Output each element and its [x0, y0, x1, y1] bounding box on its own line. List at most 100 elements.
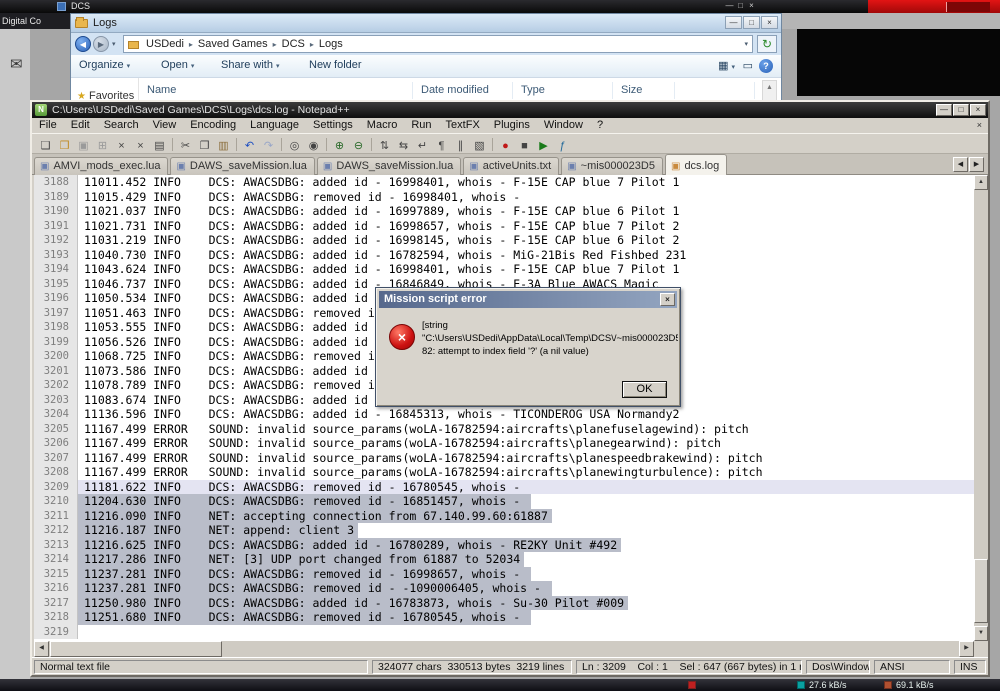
cut-icon[interactable]: ✂ [177, 139, 194, 155]
vertical-scrollbar[interactable]: ▲ ▼ [974, 175, 988, 641]
column-header-type[interactable]: Type [513, 82, 613, 99]
log-line[interactable]: 3208 11167.499 ERROR SOUND: invalid sourc… [34, 465, 974, 480]
tab-mis000023d5[interactable]: ▣ ~mis000023D5 [561, 157, 663, 175]
close-icon[interactable]: × [977, 120, 982, 130]
close-icon[interactable]: × [746, 1, 757, 10]
breadcrumb-saved-games[interactable]: Saved Games [196, 36, 270, 52]
log-line[interactable]: 3190 11021.037 INFO DCS: AWACSDBG: added … [34, 204, 974, 219]
tray-icon[interactable] [688, 681, 696, 689]
forward-button[interactable]: ▶ [93, 36, 109, 52]
refresh-icon[interactable]: ↻ [757, 35, 777, 53]
undo-icon[interactable]: ↶ [241, 139, 258, 155]
play-macro-icon[interactable]: ▶ [535, 139, 552, 155]
log-line-selected[interactable]: 3214 11217.286 INFO NET: [3] UDP port cha… [34, 552, 974, 567]
open-file-icon[interactable]: ❒ [56, 139, 73, 155]
menu-run[interactable]: Run [404, 118, 438, 132]
copy-icon[interactable]: ❐ [196, 139, 213, 155]
column-header-size[interactable]: Size [613, 82, 675, 99]
save-file-icon[interactable]: ▣ [75, 139, 92, 155]
explorer-titlebar[interactable]: Logs — □ × [71, 14, 781, 33]
ok-button[interactable]: OK [622, 381, 667, 398]
log-line[interactable]: 3188 11011.452 INFO DCS: AWACSDBG: added … [34, 175, 974, 190]
history-dropdown-icon[interactable]: ▾ [112, 40, 116, 48]
paste-icon[interactable]: ▥ [215, 139, 232, 155]
scroll-down-icon[interactable]: ▼ [974, 626, 988, 641]
show-all-chars-icon[interactable]: ¶ [433, 139, 450, 155]
close-icon[interactable]: × [761, 16, 778, 29]
menu-edit[interactable]: Edit [64, 118, 97, 132]
stop-macro-icon[interactable]: ■ [516, 139, 533, 155]
log-line[interactable]: 3204 11136.596 INFO DCS: AWACSDBG: added … [34, 407, 974, 422]
envelope-icon[interactable]: ✉ [10, 55, 23, 73]
log-line-selected[interactable]: 3212 11216.187 INFO NET: append: client 3 [34, 523, 974, 538]
log-line-selected[interactable]: 3216 11237.281 INFO DCS: AWACSDBG: remove… [34, 581, 974, 596]
dialog-titlebar[interactable]: Mission script error × [379, 291, 677, 308]
tab-dcs-log[interactable]: ▣ dcs.log [664, 154, 728, 175]
log-line[interactable]: 3205 11167.499 ERROR SOUND: invalid sourc… [34, 421, 974, 436]
log-line[interactable]: 3206 11167.499 ERROR SOUND: invalid sourc… [34, 436, 974, 451]
menu-macro[interactable]: Macro [360, 118, 405, 132]
user-dialog-icon[interactable]: ▧ [471, 139, 488, 155]
record-macro-icon[interactable]: ● [497, 139, 514, 155]
menu-view[interactable]: View [146, 118, 184, 132]
redo-icon[interactable]: ↷ [260, 139, 277, 155]
editor-area[interactable]: 3188 11011.452 INFO DCS: AWACSDBG: added … [34, 175, 974, 641]
menu-settings[interactable]: Settings [306, 118, 360, 132]
close-icon[interactable]: × [660, 293, 675, 306]
zoom-out-icon[interactable]: ⊖ [350, 139, 367, 155]
menu-plugins[interactable]: Plugins [487, 118, 537, 132]
open-button[interactable]: Open ▾ [161, 59, 194, 71]
close-file-icon[interactable]: × [113, 139, 130, 155]
minimize-icon[interactable]: — [936, 104, 952, 116]
preview-pane-icon[interactable]: ▭ [743, 59, 753, 72]
log-line[interactable]: 3193 11040.730 INFO DCS: AWACSDBG: added … [34, 247, 974, 262]
log-line-current[interactable]: 3209 11181.622 INFO DCS: AWACSDBG: remove… [34, 479, 974, 494]
print-icon[interactable]: ▤ [151, 139, 168, 155]
help-icon[interactable]: ? [759, 59, 773, 73]
scroll-right-icon[interactable]: ▶ [959, 641, 974, 657]
maximize-icon[interactable]: □ [743, 16, 760, 29]
zoom-in-icon[interactable]: ⊕ [331, 139, 348, 155]
log-line-selected[interactable]: 3210 11204.630 INFO DCS: AWACSDBG: remove… [34, 494, 974, 509]
tab-scroll-right-icon[interactable]: ▶ [969, 157, 984, 172]
menu-search[interactable]: Search [97, 118, 146, 132]
scroll-up-icon[interactable]: ▲ [974, 175, 988, 190]
breadcrumb-usdedi[interactable]: USDedi [144, 36, 186, 52]
chevron-down-icon[interactable]: ▾ [744, 37, 748, 52]
back-button[interactable]: ◀ [75, 36, 91, 52]
minimize-icon[interactable]: — [724, 1, 735, 10]
find-icon[interactable]: ◎ [286, 139, 303, 155]
log-line-selected[interactable]: 3211 11216.090 INFO NET: accepting connec… [34, 508, 974, 523]
menu-textfx[interactable]: TextFX [439, 118, 487, 132]
log-line[interactable]: 3219 [34, 624, 974, 639]
menu-encoding[interactable]: Encoding [183, 118, 243, 132]
menu-file[interactable]: File [32, 118, 64, 132]
word-wrap-icon[interactable]: ↵ [414, 139, 431, 155]
tab-activeunits[interactable]: ▣ activeUnits.txt [463, 157, 560, 175]
tab-daws-savemission-1[interactable]: ▣ DAWS_saveMission.lua [170, 157, 315, 175]
log-line-selected[interactable]: 3217 11250.980 INFO DCS: AWACSDBG: added … [34, 595, 974, 610]
sync-horizontal-icon[interactable]: ⇆ [395, 139, 412, 155]
log-line[interactable]: 3194 11043.624 INFO DCS: AWACSDBG: added … [34, 262, 974, 277]
menu-window[interactable]: Window [537, 118, 590, 132]
share-with-button[interactable]: Share with ▾ [221, 59, 280, 71]
function-list-icon[interactable]: ƒ [554, 139, 571, 155]
log-line-selected[interactable]: 3213 11216.625 INFO DCS: AWACSDBG: added … [34, 537, 974, 552]
organize-button[interactable]: Organize ▾ [79, 59, 130, 71]
dcs-window-titlebar[interactable]: DCS — □ × [0, 0, 1000, 13]
tab-scroll-left-icon[interactable]: ◀ [953, 157, 968, 172]
vertical-scroll-thumb[interactable] [974, 559, 988, 623]
notepadpp-titlebar[interactable]: N C:\Users\USDedi\Saved Games\DCS\Logs\d… [32, 102, 988, 118]
log-line[interactable]: 3192 11031.219 INFO DCS: AWACSDBG: added … [34, 233, 974, 248]
menu-help[interactable]: ? [590, 118, 610, 132]
maximize-icon[interactable]: □ [953, 104, 969, 116]
replace-icon[interactable]: ◉ [305, 139, 322, 155]
breadcrumb[interactable]: USDedi ▸ Saved Games ▸ DCS ▸ Logs ▾ [123, 35, 753, 53]
sync-vertical-icon[interactable]: ⇅ [376, 139, 393, 155]
horizontal-scrollbar[interactable]: ◀ ▶ [34, 641, 974, 657]
log-line[interactable]: 3189 11015.429 INFO DCS: AWACSDBG: remove… [34, 189, 974, 204]
indent-guide-icon[interactable]: ∥ [452, 139, 469, 155]
log-line-selected[interactable]: 3215 11237.281 INFO DCS: AWACSDBG: remove… [34, 566, 974, 581]
views-icon[interactable]: ▦ ▾ [718, 59, 735, 72]
maximize-icon[interactable]: □ [735, 1, 746, 10]
